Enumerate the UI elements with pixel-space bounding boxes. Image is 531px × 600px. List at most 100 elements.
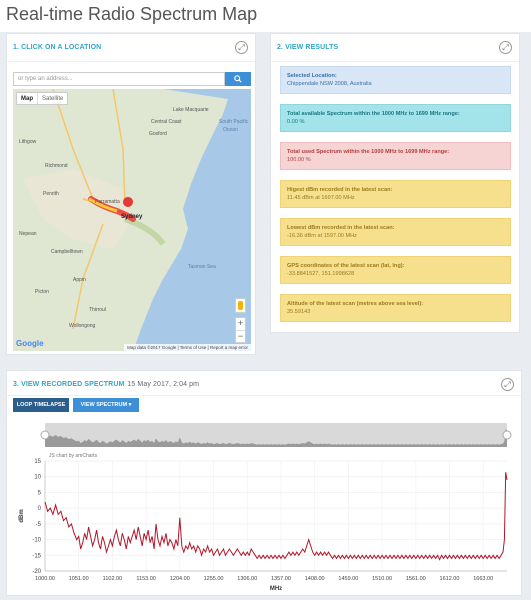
result-card-value: 100.00 % bbox=[287, 157, 311, 163]
x-tick-label: 1612.00 bbox=[440, 576, 460, 582]
x-tick-label: 1510.00 bbox=[372, 576, 392, 582]
x-tick-label: 1204.00 bbox=[170, 576, 190, 582]
result-card-value: -16.36 dBm at 1597.00 MHz bbox=[287, 233, 357, 239]
result-card-label: Total available Spectrum within the 1000… bbox=[287, 111, 460, 117]
location-panel-title: 1. CLICK ON A LOCATION bbox=[13, 44, 102, 51]
spectrum-panel-title: 3. VIEW RECORDED SPECTRUM 15 May 2017, 2:… bbox=[13, 381, 199, 388]
spectrum-series-line bbox=[44, 472, 508, 561]
map-label-thirroul: Thirroul bbox=[89, 307, 106, 313]
divider bbox=[7, 395, 521, 396]
zoom-out-button[interactable]: − bbox=[236, 330, 245, 342]
search-button[interactable] bbox=[225, 72, 251, 86]
result-card-label: Total used Spectrum within the 1000 MHz … bbox=[287, 149, 450, 155]
x-tick-label: 1408.00 bbox=[305, 576, 325, 582]
result-card: Higest dBm recorded in the latest scan: 1… bbox=[280, 180, 511, 208]
map-label-parramatta: Parramatta bbox=[95, 199, 120, 205]
result-card: Total available Spectrum within the 1000… bbox=[280, 104, 511, 132]
chart-credit: JS chart by amCharts bbox=[49, 453, 98, 459]
y-tick-label: -15 bbox=[32, 553, 41, 559]
y-tick-label: -20 bbox=[32, 569, 41, 575]
page-title: Real-time Radio Spectrum Map bbox=[6, 4, 258, 24]
y-tick-label: 10 bbox=[34, 475, 41, 481]
y-tick-label: 15 bbox=[34, 459, 41, 465]
y-axis-label: dBm bbox=[19, 509, 25, 522]
map-label-nepean: Nepean bbox=[19, 231, 37, 237]
map-label-penrith: Penrith bbox=[43, 191, 59, 197]
result-card-label: Selected Location: bbox=[287, 73, 337, 79]
y-tick-label: -10 bbox=[32, 538, 41, 544]
result-card-value: 35.59143 bbox=[287, 309, 311, 315]
result-card-value: Chippendale NSW 2008, Australia bbox=[287, 81, 372, 87]
location-panel: 1. CLICK ON A LOCATION ⤢ or type an addr… bbox=[6, 33, 256, 355]
map-label-gosford: Gosford bbox=[149, 131, 167, 137]
result-card: Lowest dBm recorded in the latest scan: -… bbox=[280, 218, 511, 246]
map-toggle[interactable]: Map bbox=[17, 93, 37, 104]
x-tick-label: 1153.00 bbox=[136, 576, 155, 582]
results-panel-title: 2. VIEW RESULTS bbox=[277, 44, 339, 51]
chevron-down-icon: ▾ bbox=[128, 402, 132, 408]
x-tick-label: 1000.00 bbox=[35, 576, 55, 582]
result-card-value: -33.8841527, 151.1998628 bbox=[287, 271, 355, 277]
spectrum-panel: 3. VIEW RECORDED SPECTRUM 15 May 2017, 2:… bbox=[6, 370, 522, 596]
result-card: GPS coordinates of the latest scan (lat,… bbox=[280, 256, 511, 284]
x-tick-label: 1306.00 bbox=[237, 576, 257, 582]
map-type-toggle: Map Satellite bbox=[16, 92, 69, 105]
map-label-lithgow: Lithgow bbox=[19, 139, 37, 145]
result-card-value: 11.45 dBm at 1697.00 MHz bbox=[287, 195, 355, 201]
map-label-central-coast: Central Coast bbox=[151, 119, 182, 125]
google-logo: Google bbox=[16, 339, 44, 348]
spectrum-timestamp: 15 May 2017, 2:04 pm bbox=[127, 381, 200, 388]
map-label-richmond: Richmond bbox=[45, 163, 68, 169]
result-card-label: Altitude of the latest scan (metres abov… bbox=[287, 301, 424, 307]
y-tick-label: 5 bbox=[38, 490, 42, 496]
result-card: Selected Location: Chippendale NSW 2008, … bbox=[280, 66, 511, 94]
x-tick-label: 1459.00 bbox=[338, 576, 358, 582]
y-tick-label: -5 bbox=[36, 522, 42, 528]
map-label-campbelltown: Campbelltown bbox=[51, 249, 83, 255]
scrollbar-right-handle bbox=[502, 430, 512, 440]
zoom-in-button[interactable]: + bbox=[236, 318, 245, 330]
x-tick-label: 1102.00 bbox=[103, 576, 122, 582]
map-label-ocean: Ocean bbox=[223, 127, 238, 133]
map-view[interactable]: Map Satellite Central Coast Gosford Lake… bbox=[13, 89, 251, 351]
results-panel: 2. VIEW RESULTS ⤢ Selected Location: Chip… bbox=[270, 33, 520, 333]
map-label-south-pacific: South Pacific bbox=[219, 119, 249, 125]
result-card-label: Lowest dBm recorded in the latest scan: bbox=[287, 225, 395, 231]
loop-timelapse-button[interactable]: LOOP TIMELAPSE bbox=[13, 398, 69, 412]
map-credit[interactable]: Map data ©2017 Google | Terms of Use | R… bbox=[124, 344, 251, 351]
x-tick-label: 1663.00 bbox=[473, 576, 493, 582]
map-label-wollongong: Wollongong bbox=[69, 323, 96, 329]
map-canvas[interactable] bbox=[13, 89, 251, 351]
expand-icon[interactable]: ⤢ bbox=[501, 378, 514, 391]
search-input[interactable]: or type an address... bbox=[13, 72, 225, 86]
map-label-lake-macquarie: Lake Macquarie bbox=[173, 107, 209, 113]
result-card: Total used Spectrum within the 1000 MHz … bbox=[280, 142, 511, 170]
search-icon bbox=[234, 75, 242, 83]
x-axis-label: MHz bbox=[270, 586, 282, 592]
view-spectrum-label: VIEW SPECTRUM bbox=[80, 402, 128, 408]
map-label-sydney: Sydney bbox=[121, 214, 143, 220]
spectrum-chart[interactable]: JS chart by amCharts 15 10 5 0 -5 -10 -15 -20100… bbox=[7, 419, 523, 599]
result-card: Altitude of the latest scan (metres abov… bbox=[280, 294, 511, 322]
expand-icon[interactable]: ⤢ bbox=[499, 41, 512, 54]
y-tick-label: 0 bbox=[38, 506, 42, 512]
zoom-control: + − bbox=[235, 317, 246, 343]
street-view-icon[interactable] bbox=[235, 298, 246, 313]
scrollbar-left-handle bbox=[40, 430, 50, 440]
satellite-toggle[interactable]: Satellite bbox=[37, 93, 67, 104]
result-card-label: Higest dBm recorded in the latest scan: bbox=[287, 187, 393, 193]
expand-icon[interactable]: ⤢ bbox=[235, 41, 248, 54]
x-tick-label: 1357.00 bbox=[271, 576, 291, 582]
result-card-value: 0.00 % bbox=[287, 119, 305, 125]
divider bbox=[7, 61, 255, 62]
x-tick-label: 1051.00 bbox=[69, 576, 89, 582]
map-label-tasman-sea: Tasman Sea bbox=[188, 264, 216, 270]
view-spectrum-button[interactable]: VIEW SPECTRUM ▾ bbox=[73, 398, 139, 412]
x-tick-label: 1255.00 bbox=[204, 576, 224, 582]
page-header: Real-time Radio Spectrum Map bbox=[0, 0, 531, 32]
map-label-appin: Appin bbox=[73, 277, 86, 283]
x-tick-label: 1561.00 bbox=[406, 576, 426, 582]
map-label-picton: Picton bbox=[35, 289, 49, 295]
result-card-label: GPS coordinates of the latest scan (lat,… bbox=[287, 263, 405, 269]
spectrum-title-text: 3. VIEW RECORDED SPECTRUM bbox=[13, 381, 125, 388]
